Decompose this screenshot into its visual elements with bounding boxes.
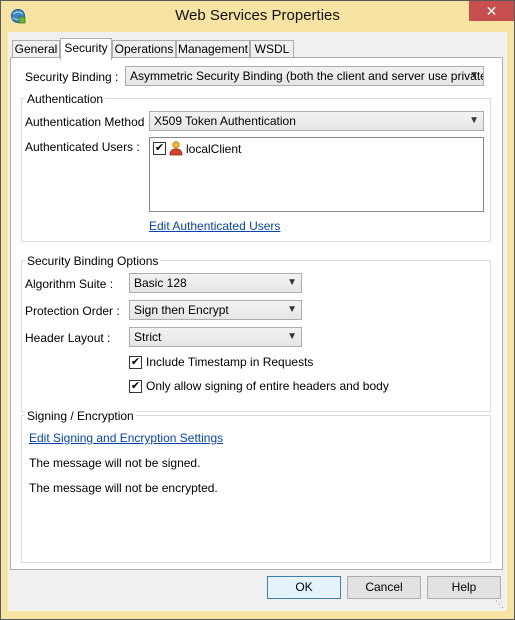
header-layout-select[interactable]: Strict ▼ xyxy=(129,327,302,347)
signing-encryption-group-title: Signing / Encryption xyxy=(25,409,136,423)
tab-management[interactable]: Management xyxy=(176,40,250,57)
window-title: Web Services Properties xyxy=(175,7,340,24)
close-icon[interactable]: ✕ xyxy=(469,1,514,21)
tab-security[interactable]: Security xyxy=(60,38,112,60)
algorithm-suite-value: Basic 128 xyxy=(134,276,187,290)
security-binding-value: Asymmetric Security Binding (both the cl… xyxy=(130,69,484,83)
algorithm-suite-label: Algorithm Suite : xyxy=(25,277,114,291)
authentication-group-title: Authentication xyxy=(25,92,106,106)
ok-button[interactable]: OK xyxy=(267,576,341,599)
include-timestamp-checkbox[interactable]: ✔ xyxy=(129,356,142,369)
security-tab-panel: Security Binding : Asymmetric Security B… xyxy=(10,57,503,570)
edit-authenticated-users-link[interactable]: Edit Authenticated Users xyxy=(149,219,280,233)
tab-general[interactable]: General xyxy=(12,40,60,57)
list-item[interactable]: ✔ localClient xyxy=(153,141,253,157)
not-signed-message: The message will not be signed. xyxy=(29,456,201,470)
protection-order-label: Protection Order : xyxy=(25,304,120,318)
include-timestamp-label: Include Timestamp in Requests xyxy=(146,355,314,369)
resize-grip-icon[interactable]: ⋱ xyxy=(495,599,505,609)
authenticated-users-list[interactable]: ✔ localClient xyxy=(149,137,484,212)
dropdown-arrow-icon: ▼ xyxy=(287,304,297,315)
tab-operations[interactable]: Operations xyxy=(112,40,176,57)
authenticated-users-label: Authenticated Users : xyxy=(25,140,140,154)
header-layout-label: Header Layout : xyxy=(25,331,111,345)
dropdown-arrow-icon: ▼ xyxy=(469,70,479,81)
tab-wsdl[interactable]: WSDL xyxy=(250,40,294,57)
binding-options-group-title: Security Binding Options xyxy=(25,254,161,268)
header-layout-value: Strict xyxy=(134,330,162,344)
user-icon xyxy=(169,141,183,156)
protection-order-value: Sign then Encrypt xyxy=(134,303,229,317)
authentication-method-select[interactable]: X509 Token Authentication ▼ xyxy=(149,111,484,131)
entire-headers-checkbox[interactable]: ✔ xyxy=(129,380,142,393)
user-checkbox[interactable]: ✔ xyxy=(153,142,166,155)
properties-window: Web Services Properties ✕ General Securi… xyxy=(0,0,515,620)
user-name: localClient xyxy=(186,142,242,156)
protection-order-select[interactable]: Sign then Encrypt ▼ xyxy=(129,300,302,320)
entire-headers-label: Only allow signing of entire headers and… xyxy=(146,379,389,393)
dropdown-arrow-icon: ▼ xyxy=(287,277,297,288)
dialog-client-area: General Security Operations Management W… xyxy=(8,32,507,611)
cancel-button[interactable]: Cancel xyxy=(347,576,421,599)
dropdown-arrow-icon: ▼ xyxy=(469,115,479,126)
authentication-method-label: Authentication Method : xyxy=(25,115,152,129)
algorithm-suite-select[interactable]: Basic 128 ▼ xyxy=(129,273,302,293)
dropdown-arrow-icon: ▼ xyxy=(287,331,297,342)
not-encrypted-message: The message will not be encrypted. xyxy=(29,481,218,495)
authentication-method-value: X509 Token Authentication xyxy=(154,114,296,128)
help-button[interactable]: Help xyxy=(427,576,501,599)
edit-signing-settings-link[interactable]: Edit Signing and Encryption Settings xyxy=(29,431,223,445)
title-bar[interactable]: Web Services Properties ✕ xyxy=(1,1,514,32)
security-binding-select[interactable]: Asymmetric Security Binding (both the cl… xyxy=(125,66,484,86)
security-binding-label: Security Binding : xyxy=(25,70,119,84)
